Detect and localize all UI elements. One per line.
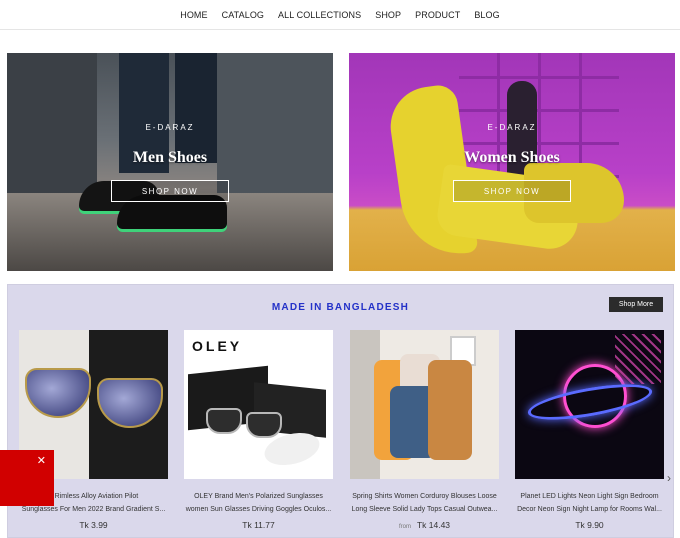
chevron-right-icon[interactable]: › [667, 471, 671, 485]
product-price: Tk 3.99 [19, 520, 168, 530]
price-value: Tk 9.90 [575, 520, 604, 530]
main-nav: HOME CATALOG ALL COLLECTIONS SHOP PRODUC… [0, 0, 680, 30]
product-image[interactable] [350, 330, 499, 479]
sunglasses-lens-image [206, 408, 242, 434]
product-name-line: Long Sleeve Solid Lady Tops Casual Outwe… [351, 506, 498, 513]
product-card[interactable]: e Rimless Alloy Aviation Pilot Sunglasse… [19, 330, 168, 538]
men-shop-now-button[interactable]: SHOP NOW [111, 180, 229, 202]
sunglasses-lens-image [246, 412, 282, 438]
nav-catalog[interactable]: CATALOG [222, 10, 264, 20]
banner-title: Women Shoes [464, 149, 560, 166]
price-value: Tk 14.43 [416, 520, 451, 530]
product-name[interactable]: Planet LED Lights Neon Light Sign Bedroo… [515, 490, 664, 516]
shop-more-button[interactable]: Shop More [609, 297, 663, 312]
product-name[interactable]: OLEY Brand Men's Polarized Sunglasses wo… [184, 490, 333, 516]
nav-home[interactable]: HOME [180, 10, 207, 20]
price-value: Tk 3.99 [79, 520, 108, 530]
women-shop-now-button[interactable]: SHOP NOW [453, 180, 571, 202]
shirt-image [428, 360, 472, 460]
product-name-line: OLEY Brand Men's Polarized Sunglasses [194, 493, 323, 500]
leg-image [175, 53, 217, 163]
brand-logo-text: OLEY [192, 338, 243, 354]
product-name[interactable]: Spring Shirts Women Corduroy Blouses Loo… [350, 490, 499, 516]
nav-all-collections[interactable]: ALL COLLECTIONS [278, 10, 361, 20]
product-card[interactable]: OLEY OLEY Brand Men's Polarized Sunglass… [184, 330, 333, 538]
nav-blog[interactable]: BLOG [474, 10, 499, 20]
neon-sign-image [615, 334, 661, 384]
made-in-bangladesh-collection: MADE IN BANGLADESH Shop More e Rimless A… [7, 284, 674, 538]
women-shoes-banner[interactable]: E-DARAZ Women Shoes SHOP NOW [349, 53, 675, 271]
page: HOME CATALOG ALL COLLECTIONS SHOP PRODUC… [0, 0, 680, 538]
sunglasses-lens-image [25, 368, 91, 418]
product-name-line: Spring Shirts Women Corduroy Blouses Loo… [352, 493, 497, 500]
nav-shop[interactable]: SHOP [375, 10, 401, 20]
product-image[interactable]: OLEY [184, 330, 333, 479]
product-card[interactable]: Planet LED Lights Neon Light Sign Bedroo… [515, 330, 664, 538]
price-from-label: from [398, 524, 411, 530]
product-name-line: Planet LED Lights Neon Light Sign Bedroo… [520, 493, 659, 500]
nav-product[interactable]: PRODUCT [415, 10, 460, 20]
product-price: from Tk 14.43 [350, 520, 499, 530]
banner-brand: E-DARAZ [145, 123, 195, 132]
product-name-line: Decor Neon Sign Night Lamp for Rooms Wal… [517, 506, 662, 513]
close-icon[interactable]: ✕ [37, 454, 46, 467]
men-shoes-banner[interactable]: E-DARAZ Men Shoes SHOP NOW [7, 53, 333, 271]
product-name-line: women Sun Glasses Driving Goggles Oculos… [185, 506, 332, 513]
banner-brand: E-DARAZ [487, 123, 537, 132]
product-price: Tk 11.77 [184, 520, 333, 530]
banner-title: Men Shoes [132, 149, 208, 166]
collection-title: MADE IN BANGLADESH [271, 302, 410, 313]
promo-popup[interactable]: ✕ [0, 450, 54, 506]
product-card[interactable]: Spring Shirts Women Corduroy Blouses Loo… [350, 330, 499, 538]
product-image[interactable] [515, 330, 664, 479]
price-value: Tk 11.77 [242, 520, 275, 530]
product-price: Tk 9.90 [515, 520, 664, 530]
